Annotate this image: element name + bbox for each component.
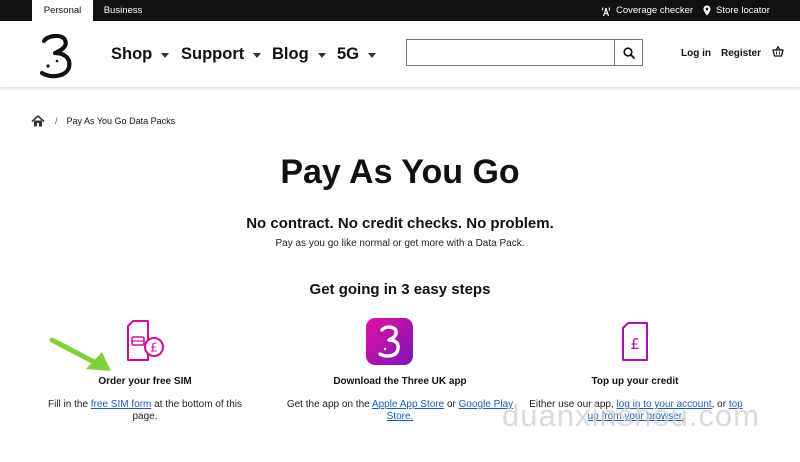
watermark-text: duanxinshou.com <box>502 398 760 433</box>
basket-icon[interactable] <box>772 46 784 57</box>
chevron-down-icon <box>161 53 170 58</box>
nav-shop-label: Shop <box>111 45 153 63</box>
breadcrumb: / Pay As You Go Data Packs <box>31 115 175 127</box>
step-1-title: Order your free SIM <box>98 376 192 387</box>
signal-tower-icon <box>602 6 610 16</box>
step-1-text-before: Fill in the <box>48 399 91 410</box>
home-icon[interactable] <box>31 115 45 127</box>
nav-5g-label: 5G <box>337 45 360 63</box>
step-2-text-middle: or <box>444 399 459 410</box>
main-header: Shop Support Blog 5G Log in Register <box>0 21 800 87</box>
page-subtitle: No contract. No credit checks. No proble… <box>246 215 554 232</box>
top-up-pound-icon: £ <box>622 322 648 361</box>
nav-5g[interactable]: 5G <box>337 45 377 64</box>
location-pin-icon <box>703 5 711 16</box>
page-title: Pay As You Go <box>280 153 520 191</box>
apple-app-store-link[interactable]: Apple App Store <box>372 399 444 410</box>
nav-shop[interactable]: Shop <box>111 45 170 64</box>
store-locator-link[interactable]: Store locator <box>703 0 770 21</box>
svg-text:£: £ <box>630 335 640 353</box>
register-link[interactable]: Register <box>721 48 761 59</box>
tab-personal[interactable]: Personal <box>32 0 93 21</box>
svg-text:£: £ <box>150 341 158 355</box>
chevron-down-icon <box>253 53 262 58</box>
coverage-checker-label: Coverage checker <box>616 5 694 16</box>
page-description: Pay as you go like normal or get more wi… <box>275 238 525 249</box>
search-button[interactable] <box>614 39 643 66</box>
tab-business[interactable]: Business <box>93 0 153 21</box>
chevron-down-icon <box>368 53 377 58</box>
step-3-title: Top up your credit <box>591 376 679 387</box>
store-locator-label: Store locator <box>716 5 770 16</box>
search-icon <box>622 46 635 59</box>
three-logo-icon[interactable] <box>35 31 77 81</box>
steps-heading: Get going in 3 easy steps <box>309 281 491 298</box>
breadcrumb-current: Pay As You Go Data Packs <box>66 116 176 126</box>
chevron-down-icon <box>317 53 326 58</box>
login-link[interactable]: Log in <box>681 48 711 59</box>
step-2-text: Get the app on the Apple App Store or Go… <box>285 399 515 423</box>
nav-blog-label: Blog <box>272 45 309 63</box>
nav-blog[interactable]: Blog <box>272 45 326 64</box>
sim-card-pound-icon: £ <box>127 320 164 361</box>
free-sim-form-link[interactable]: free SIM form <box>91 399 152 410</box>
step-2-text-before: Get the app on the <box>286 399 372 410</box>
step-2-title: Download the Three UK app <box>333 376 467 387</box>
nav-support-label: Support <box>181 45 245 63</box>
top-utility-bar: Personal Business Coverage checker Store… <box>0 0 800 21</box>
step-1-text: Fill in the free SIM form at the bottom … <box>45 399 245 423</box>
search-input[interactable] <box>406 39 614 66</box>
coverage-checker-link[interactable]: Coverage checker <box>601 0 693 21</box>
green-arrow-icon <box>49 337 111 371</box>
breadcrumb-separator: / <box>55 116 58 126</box>
three-app-icon[interactable] <box>366 318 413 365</box>
nav-support[interactable]: Support <box>181 45 262 64</box>
